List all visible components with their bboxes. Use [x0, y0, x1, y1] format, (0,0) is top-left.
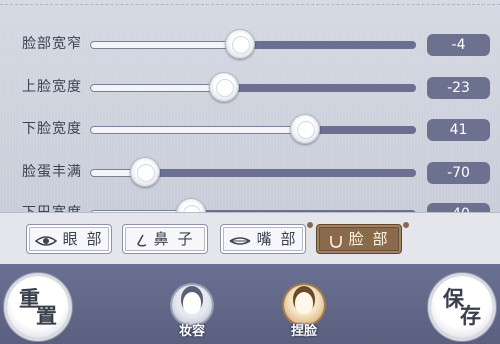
save-char-2: 存 — [460, 303, 481, 328]
reset-button[interactable]: 重 置 — [7, 276, 69, 338]
tab-face[interactable]: 脸 部 — [316, 224, 402, 254]
slider-fill — [223, 84, 416, 92]
slider-knob[interactable] — [176, 198, 207, 212]
slider-panel: 脸部宽窄 -4 上脸宽度 -23 下脸宽度 41 脸蛋丰满 -70 下巴宽度 -… — [0, 0, 500, 212]
slider-row-cheek-fullness: 脸蛋丰满 -70 — [0, 152, 500, 192]
slider-fill — [145, 169, 416, 177]
active-tab-ornament — [307, 222, 313, 228]
tab-label: 脸 部 — [348, 230, 390, 248]
makeup-mode-button[interactable] — [172, 285, 212, 325]
face-shape-icon — [329, 233, 347, 248]
slider-value: -23 — [427, 77, 490, 99]
tab-label: 鼻 子 — [153, 230, 195, 248]
slider-track[interactable] — [90, 126, 416, 134]
active-tab-ornament — [403, 222, 409, 228]
slider-track[interactable] — [90, 84, 416, 92]
slider-label: 下巴宽度 — [22, 202, 82, 212]
slider-value: 41 — [427, 119, 490, 141]
slider-fill — [239, 41, 416, 49]
slider-row-face-width: 脸部宽窄 -4 — [0, 24, 500, 64]
makeup-label: 妆容 — [178, 324, 205, 339]
tab-nose[interactable]: 鼻 子 — [122, 224, 208, 254]
slider-row-upper-face-width: 上脸宽度 -23 — [0, 67, 500, 107]
eye-icon — [34, 233, 61, 248]
slider-row-partial: 下巴宽度 -40 — [0, 193, 500, 212]
tab-label: 眼 部 — [62, 230, 104, 248]
slider-knob[interactable] — [224, 29, 255, 59]
slider-label: 上脸宽度 — [22, 79, 82, 95]
mouth-icon — [229, 233, 255, 248]
tab-eyes[interactable]: 眼 部 — [26, 224, 112, 254]
slider-knob[interactable] — [290, 114, 321, 144]
feature-tab-bar: 眼 部 鼻 子 嘴 部 脸 部 — [0, 212, 500, 265]
slider-row-lower-face-width: 下脸宽度 41 — [0, 109, 500, 149]
makeup-portrait-icon — [183, 292, 201, 314]
panel-border — [0, 4, 500, 6]
slider-label: 下脸宽度 — [22, 121, 82, 137]
slider-label: 脸部宽窄 — [22, 36, 82, 52]
slider-value: -4 — [427, 34, 490, 56]
face-sculpt-mode-button[interactable] — [284, 285, 324, 325]
slider-value: -70 — [427, 162, 490, 184]
reset-char-2: 置 — [36, 303, 57, 328]
bottom-bar — [0, 264, 500, 344]
slider-fill — [305, 126, 416, 134]
slider-label: 脸蛋丰满 — [22, 164, 82, 180]
slider-value: -40 — [427, 203, 490, 212]
tab-mouth[interactable]: 嘴 部 — [220, 224, 306, 254]
nose-icon — [136, 233, 152, 248]
save-button[interactable]: 保 存 — [431, 276, 493, 338]
face-sculpt-label: 捏脸 — [290, 324, 317, 339]
tab-label: 嘴 部 — [256, 230, 298, 248]
slider-knob[interactable] — [130, 157, 161, 187]
slider-knob[interactable] — [208, 72, 239, 102]
face-portrait-icon — [295, 292, 313, 314]
